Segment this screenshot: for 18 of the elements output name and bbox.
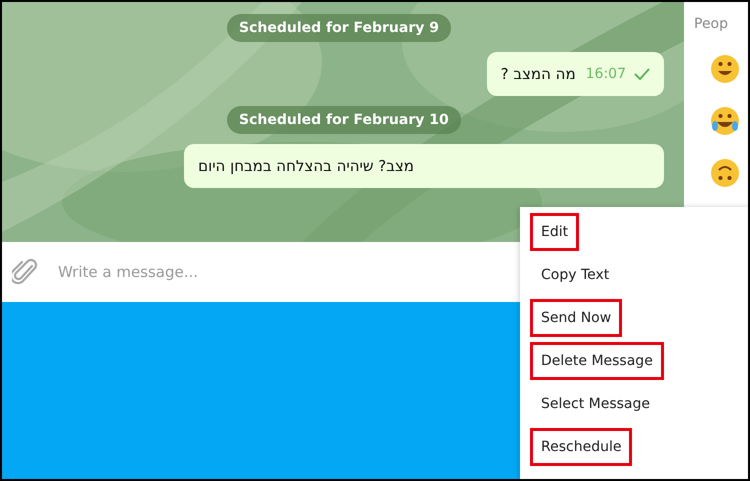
panel-title: Peop [694, 16, 730, 32]
grinning-emoji-icon[interactable] [710, 54, 740, 84]
upside-down-emoji-icon[interactable] [710, 158, 740, 188]
menu-item[interactable]: Delete Message [530, 342, 664, 380]
message-text: מה המצב ? [500, 65, 576, 83]
paperclip-icon[interactable] [12, 257, 38, 287]
menu-item[interactable]: Reschedule [530, 428, 632, 466]
message-text: מצב? שיהיה בהצלחה במבחן היום [198, 157, 414, 175]
menu-item[interactable]: Copy Text [530, 256, 620, 294]
message-input[interactable]: Write a message... [56, 262, 460, 282]
check-icon [634, 68, 650, 80]
menu-item[interactable]: Select Message [530, 384, 661, 422]
date-badge: Scheduled for February 9 [227, 14, 451, 42]
menu-item[interactable]: Send Now [530, 298, 622, 336]
date-badge: Scheduled for February 10 [227, 106, 461, 134]
menu-item[interactable]: Edit [530, 212, 580, 250]
laughing-emoji-icon[interactable] [710, 106, 740, 136]
message-time: 16:07 [586, 66, 626, 82]
